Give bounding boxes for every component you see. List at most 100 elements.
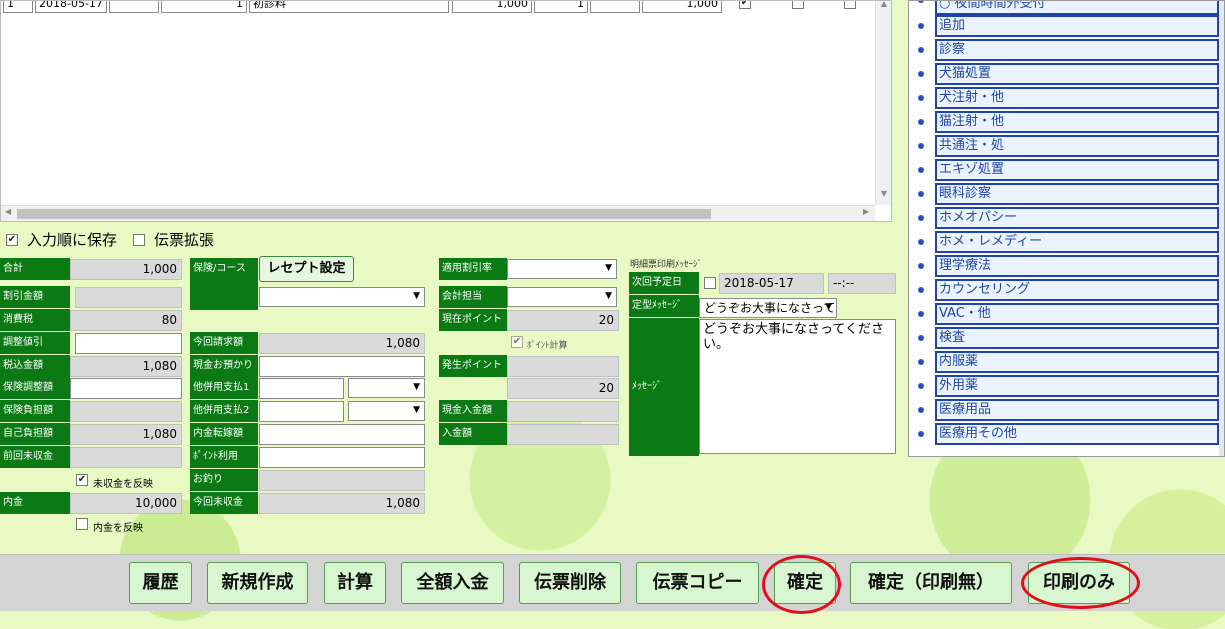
confirm-button[interactable]: 確定 [774, 562, 836, 604]
cash-received-field[interactable] [259, 356, 425, 377]
row-qty-field[interactable]: 1 [161, 1, 247, 13]
point-calc-checkbox[interactable] [511, 336, 523, 348]
row-number: 1 [3, 1, 33, 13]
next-date-field[interactable]: 2018-05-17 [719, 273, 824, 294]
menu-item[interactable]: 理学療法 [935, 255, 1219, 277]
point-use-field[interactable] [259, 447, 425, 468]
amount-in-label: 入金額 [439, 423, 507, 445]
scroll-left-icon[interactable]: ◀ [5, 207, 11, 216]
other-pay1-label: 他併用支払1 [190, 377, 258, 399]
scroll-thumb[interactable] [17, 209, 711, 219]
expand-slip-checkbox[interactable] [133, 234, 145, 246]
menu-item[interactable]: 犬猫処置 [935, 63, 1219, 85]
row-check-2[interactable] [792, 1, 804, 9]
row-amount-field[interactable]: 1,000 [642, 1, 722, 13]
reflect-deposit-checkbox[interactable] [76, 518, 88, 530]
row-check-3[interactable] [844, 1, 856, 9]
adjust-field[interactable] [75, 333, 182, 354]
tax-label: 消費税 [0, 309, 70, 331]
menu-item[interactable]: 診察 [935, 39, 1219, 61]
menu-bullet-icon [918, 335, 924, 341]
discount-rate-select[interactable] [507, 259, 617, 279]
current-point-field: 20 [507, 310, 619, 331]
row-price-field[interactable]: 1,000 [452, 1, 532, 13]
other-pay1-field[interactable] [259, 378, 344, 399]
scroll-right-icon[interactable]: ▶ [863, 207, 869, 216]
next-date-checkbox[interactable] [704, 277, 716, 289]
adjust-label: 調整値引 [0, 332, 70, 354]
reflect-unpaid-checkbox[interactable] [76, 474, 88, 486]
delete-slip-button[interactable]: 伝票削除 [519, 562, 621, 604]
insurance-label: 保険/コース [190, 258, 258, 310]
ins-burden-field [70, 401, 182, 422]
confirm-no-print-button[interactable]: 確定（印刷無） [850, 562, 1012, 604]
insurance-select[interactable] [259, 287, 425, 307]
grid-vertical-scrollbar[interactable]: ▲ ▼ [875, 1, 891, 205]
preset-message-select[interactable]: どうぞお大事になさってください。 [699, 298, 837, 318]
menu-scrollbar[interactable] [1219, 1, 1224, 456]
menu-item[interactable]: 内服薬 [935, 351, 1219, 373]
new-slip-button[interactable]: 新規作成 [207, 562, 308, 604]
menu-item-after-hours[interactable]: ○ 夜間時間外受付 [935, 1, 1219, 15]
menu-item[interactable]: ホメオパシー [935, 207, 1219, 229]
other-pay2-field[interactable] [259, 401, 344, 422]
menu-bullet-icon [918, 431, 924, 437]
receipt-settings-button[interactable]: レセプト設定 [259, 256, 354, 282]
menu-item[interactable]: 猫注射・他 [935, 111, 1219, 133]
point-calc-label: ﾎﾟｲﾝﾄ計算 [527, 341, 568, 351]
row-count-field[interactable]: 1 [534, 1, 588, 13]
history-button[interactable]: 履歴 [129, 562, 192, 604]
ins-burden-label: 保険負担額 [0, 400, 70, 422]
menu-bullet-icon [918, 311, 924, 317]
scroll-up-icon[interactable]: ▲ [876, 1, 891, 8]
menu-item[interactable]: カウンセリング [935, 279, 1219, 301]
menu-bullet-icon [918, 359, 924, 365]
ins-adjust-field[interactable] [70, 378, 182, 399]
unpaid-label: 今回未収金 [190, 492, 258, 514]
transfer-field[interactable] [259, 424, 425, 445]
staff-select[interactable] [507, 287, 617, 307]
menu-bullet-icon [918, 119, 924, 125]
menu-item[interactable]: 医療用その他 [935, 423, 1219, 445]
transfer-label: 内金転嫁額 [190, 423, 258, 445]
menu-item[interactable]: 犬注射・他 [935, 87, 1219, 109]
discount-label: 割引金額 [0, 286, 70, 308]
grid-horizontal-scrollbar[interactable]: ◀ ▶ [1, 205, 875, 221]
current-point-label: 現在ポイント [439, 309, 507, 331]
total-label: 合計 [0, 258, 70, 280]
menu-item[interactable]: 外用薬 [935, 375, 1219, 397]
prev-unpaid-label: 前回未収金 [0, 446, 70, 468]
next-time-field[interactable]: --:-- [828, 273, 896, 294]
menu-item[interactable]: 眼科診察 [935, 183, 1219, 205]
menu-item[interactable]: VAC・他 [935, 303, 1219, 325]
full-payment-button[interactable]: 全額入金 [401, 562, 504, 604]
row-check-1[interactable] [739, 1, 751, 9]
save-order-checkbox[interactable] [6, 234, 18, 246]
row-item-field[interactable]: 初診料 [249, 1, 449, 13]
menu-item[interactable]: 追加 [935, 15, 1219, 37]
menu-bullet-icon [918, 215, 924, 221]
row-date-field[interactable]: 2018-05-17 [35, 1, 107, 13]
reflect-deposit-label: 内金を反映 [93, 523, 143, 534]
message-label: ﾒｯｾｰｼﾞ [629, 318, 699, 456]
row-discount-field[interactable] [590, 1, 640, 13]
discount-rate-label: 適用割引率 [439, 258, 507, 280]
row-code-field[interactable] [109, 1, 159, 13]
bill-label: 今回請求額 [190, 332, 258, 354]
save-order-label: 入力順に保存 [27, 231, 118, 249]
menu-item[interactable]: エキゾ処置 [935, 159, 1219, 181]
menu-item[interactable]: 共通注・処 [935, 135, 1219, 157]
cash-in-field [507, 401, 619, 422]
other-pay2-type-select[interactable] [348, 401, 425, 421]
copy-slip-button[interactable]: 伝票コピー [636, 562, 759, 604]
menu-item[interactable]: 医療用品 [935, 399, 1219, 421]
point-use-label: ﾎﾟｲﾝﾄ利用 [190, 446, 258, 468]
menu-item[interactable]: ホメ・レメディー [935, 231, 1219, 253]
menu-item[interactable]: 検査 [935, 327, 1219, 349]
calculate-button[interactable]: 計算 [324, 562, 386, 604]
print-only-button[interactable]: 印刷のみ [1028, 562, 1130, 604]
other-pay1-type-select[interactable] [348, 378, 425, 398]
menu-bullet-icon [918, 71, 924, 77]
message-textarea[interactable]: どうぞお大事になさってください。 [699, 319, 896, 454]
scroll-down-icon[interactable]: ▼ [876, 189, 891, 198]
